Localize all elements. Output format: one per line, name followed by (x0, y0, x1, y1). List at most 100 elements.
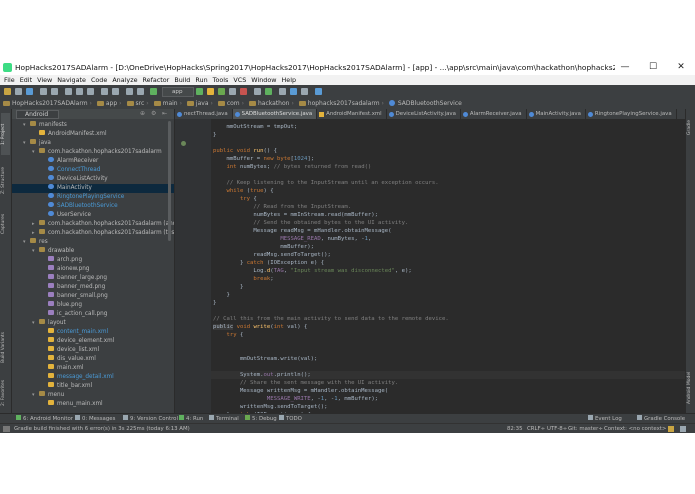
tree-item[interactable]: ▾ drawable (32, 247, 74, 256)
tree-item[interactable]: ConnectThread (48, 166, 100, 175)
code-line[interactable]: Log.d(TAG, "Input stream was disconnecte… (213, 267, 411, 275)
paste-icon[interactable] (87, 88, 94, 95)
code-line[interactable]: // Keep listening to the InputStream unt… (213, 179, 438, 187)
menu-window[interactable]: Window (251, 76, 276, 84)
tree-item[interactable]: main.xml (48, 364, 84, 373)
tree-item[interactable]: arch.png (48, 256, 82, 265)
tree-item[interactable]: dis_value.xml (48, 355, 96, 364)
menu-navigate[interactable]: Navigate (57, 76, 86, 84)
project-tool-tab[interactable]: 1: Project (1, 113, 10, 155)
breadcrumb-package[interactable]: hophacks2017sadalarm (298, 98, 380, 109)
back-icon[interactable] (126, 88, 133, 95)
status-message[interactable]: Gradle build finished with 6 error(s) in… (14, 424, 190, 433)
help-icon[interactable] (315, 88, 322, 95)
menu-help[interactable]: Help (281, 76, 296, 84)
code-line[interactable]: mmBuffer = new byte[1024]; (213, 155, 314, 163)
redo-icon[interactable] (51, 88, 58, 95)
chevron-down-icon[interactable]: ▾ (23, 238, 26, 247)
menu-analyze[interactable]: Analyze (112, 76, 137, 84)
override-marker-icon[interactable] (181, 141, 186, 146)
chevron-down-icon[interactable]: ▾ (23, 139, 26, 148)
editor-tab[interactable]: nectThread.java (175, 109, 233, 119)
tree-item[interactable]: ▾ layout (32, 319, 66, 328)
tree-item[interactable]: blue.png (48, 301, 82, 310)
code-line[interactable]: mmBuffer); (213, 243, 314, 251)
chevron-right-icon[interactable]: ▸ (32, 229, 35, 238)
code-line[interactable]: numBytes = mmInStream.read(mmBuffer); (213, 211, 378, 219)
minimize-button[interactable]: — (611, 60, 639, 75)
tree-item[interactable]: ▾ java (23, 139, 51, 148)
code-line[interactable]: Message readMsg = mHandler.obtainMessage… (213, 227, 391, 235)
breadcrumb-src[interactable]: src (126, 98, 144, 109)
structure-tool-tab[interactable]: Z: Structure (1, 159, 10, 203)
tree-item[interactable]: banner_large.png (48, 274, 107, 283)
tree-item[interactable]: MainActivity (12, 184, 174, 193)
copy-icon[interactable] (76, 88, 83, 95)
tree-item[interactable]: DeviceListActivity (48, 175, 108, 184)
tree-item[interactable]: aionew.png (48, 265, 89, 274)
chevron-down-icon[interactable]: ▾ (23, 121, 26, 130)
tree-item[interactable]: ic_action_call.png (48, 310, 107, 319)
project-structure-icon[interactable] (279, 88, 286, 95)
code-line[interactable]: // Call this from the main activity to s… (213, 315, 449, 323)
chevron-down-icon[interactable]: ▾ (32, 247, 35, 256)
chevron-down-icon[interactable]: ▾ (32, 148, 35, 157)
tree-item[interactable]: content_main.xml (48, 328, 108, 337)
tree-item[interactable]: UserService (48, 211, 91, 220)
android-monitor-icon[interactable] (290, 88, 297, 95)
code-line[interactable]: public void run() { (213, 147, 277, 155)
instant-run-icon[interactable] (207, 88, 214, 95)
gradle-tool-tab[interactable]: Gradle (687, 113, 695, 143)
code-line[interactable]: break; (213, 275, 273, 283)
menu-tools[interactable]: Tools (213, 76, 229, 84)
breadcrumb-project[interactable]: HopHacks2017SADAlarm (3, 98, 88, 109)
find-icon[interactable] (101, 88, 108, 95)
editor-tab[interactable]: MainActivity.java (527, 109, 586, 119)
code-line[interactable]: MESSAGE_WRITE, -1, -1, mmBuffer); (213, 395, 378, 403)
replace-icon[interactable] (112, 88, 119, 95)
tree-item[interactable]: message_detail.xml (48, 373, 114, 382)
sync-scroll-icon[interactable]: ⊕ (140, 109, 145, 119)
tree-item[interactable]: title_bar.xml (48, 382, 92, 391)
menu-file[interactable]: File (4, 76, 15, 84)
line-separator[interactable]: CRLF÷ (527, 424, 545, 433)
build-variants-tool-tab[interactable]: Build Variants (1, 323, 10, 371)
settings-gear-icon[interactable]: ⚙ (151, 109, 156, 119)
tree-scrollbar[interactable] (168, 121, 171, 241)
make-project-icon[interactable] (150, 88, 157, 95)
tree-item[interactable]: AlarmReceiver (48, 157, 98, 166)
captures-tool-tab[interactable]: Captures (1, 207, 10, 241)
chevron-down-icon[interactable]: ▾ (32, 319, 35, 328)
code-line[interactable]: } (213, 131, 216, 139)
code-line[interactable]: } (213, 291, 229, 299)
code-line[interactable]: readMsg.sendToTarget(); (213, 251, 330, 259)
tree-item[interactable]: device_list.xml (48, 346, 99, 355)
android-model-tool-tab[interactable]: Android Model (687, 367, 695, 409)
breadcrumb-com[interactable]: com (217, 98, 240, 109)
favorites-tool-tab[interactable]: 2: Favorites (1, 375, 10, 411)
code-line[interactable]: try { (213, 195, 257, 203)
tree-item[interactable]: ▸ com.hackathon.hophacks2017sadalarm (and… (32, 220, 174, 229)
debug-icon[interactable] (218, 88, 225, 95)
tree-item[interactable]: ▸ com.hackathon.hophacks2017sadalarm (tes… (32, 229, 174, 238)
tree-item[interactable]: ▾ res (23, 238, 48, 247)
code-line[interactable]: Message writtenMsg = mHandler.obtainMess… (213, 387, 388, 395)
file-encoding[interactable]: UTF-8÷ (547, 424, 567, 433)
chevron-right-icon[interactable]: ▸ (32, 220, 35, 229)
save-all-icon[interactable] (15, 88, 22, 95)
code-line[interactable]: MESSAGE_READ, numBytes, -1, (213, 235, 371, 243)
code-line[interactable]: writtenMsg.sendToTarget(); (213, 403, 328, 411)
tree-item[interactable]: RingtonePlayingService (48, 193, 124, 202)
editor-tab[interactable]: DeviceListActivity.java (387, 109, 461, 119)
breadcrumb-hackathon[interactable]: hackathon (248, 98, 289, 109)
hide-panel-icon[interactable]: ⇤ (162, 109, 167, 119)
breadcrumb-java[interactable]: java (186, 98, 209, 109)
undo-icon[interactable] (40, 88, 47, 95)
menu-edit[interactable]: Edit (20, 76, 32, 84)
menu-build[interactable]: Build (174, 76, 190, 84)
settings-icon[interactable] (301, 88, 308, 95)
editor-tab[interactable]: SADBluetoothService.java (232, 109, 318, 119)
run-icon[interactable] (196, 88, 203, 95)
code-line[interactable]: } catch (IOException e) { (213, 259, 324, 267)
tool-windows-icon[interactable] (3, 426, 10, 432)
